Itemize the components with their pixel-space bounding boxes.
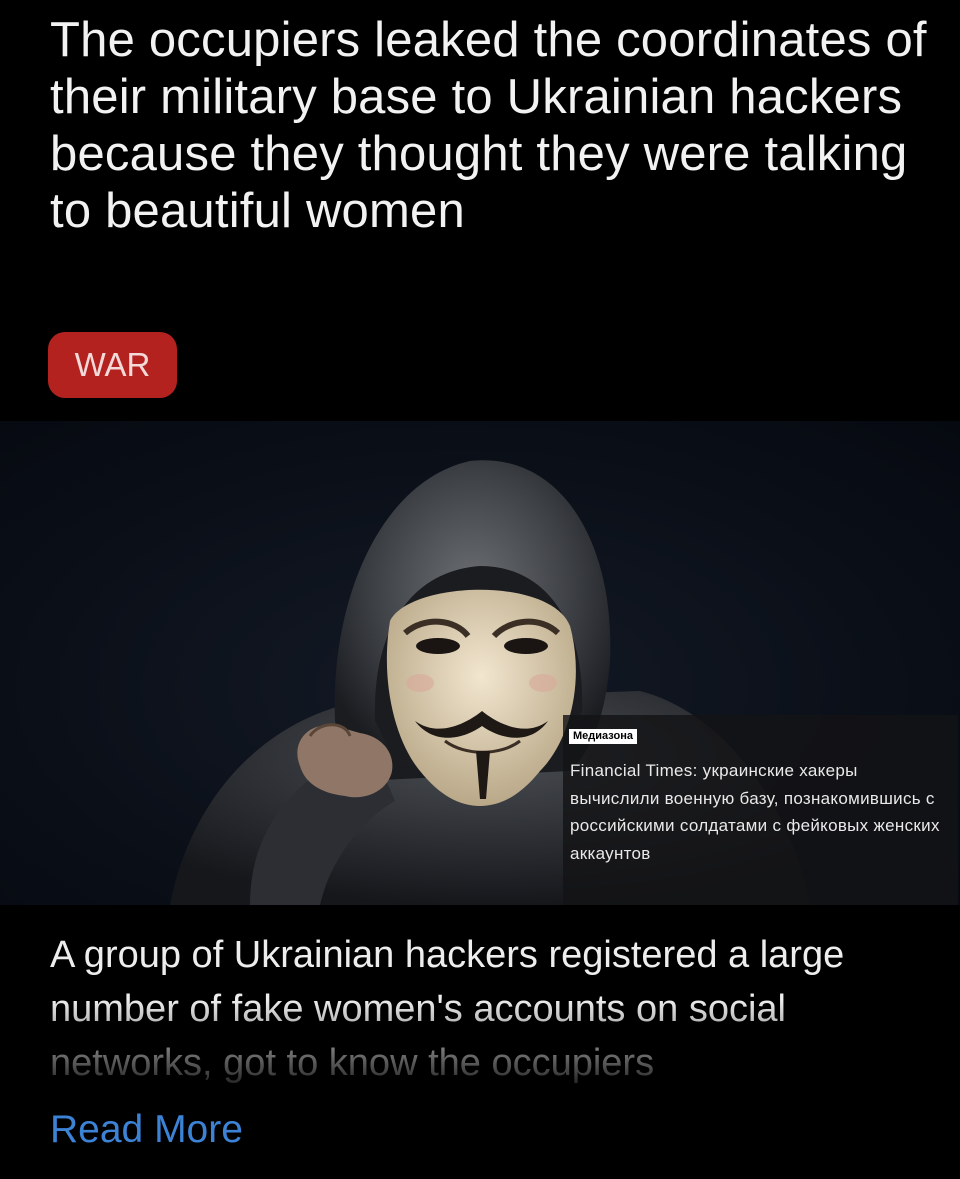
article-headline[interactable]: The occupiers leaked the coordinates of … [50,12,930,240]
category-tag[interactable]: WAR [48,332,177,398]
source-label: Медиазона [569,729,637,744]
article-image[interactable]: Медиазона Financial Times: украинские ха… [0,421,960,905]
article-summary: A group of Ukrainian hackers registered … [50,934,845,1084]
caption-text: Financial Times: украинские хакеры вычис… [570,761,940,863]
read-more-link[interactable]: Read More [50,1106,243,1154]
caption-overlay: Медиазона Financial Times: украинские ха… [563,715,958,905]
